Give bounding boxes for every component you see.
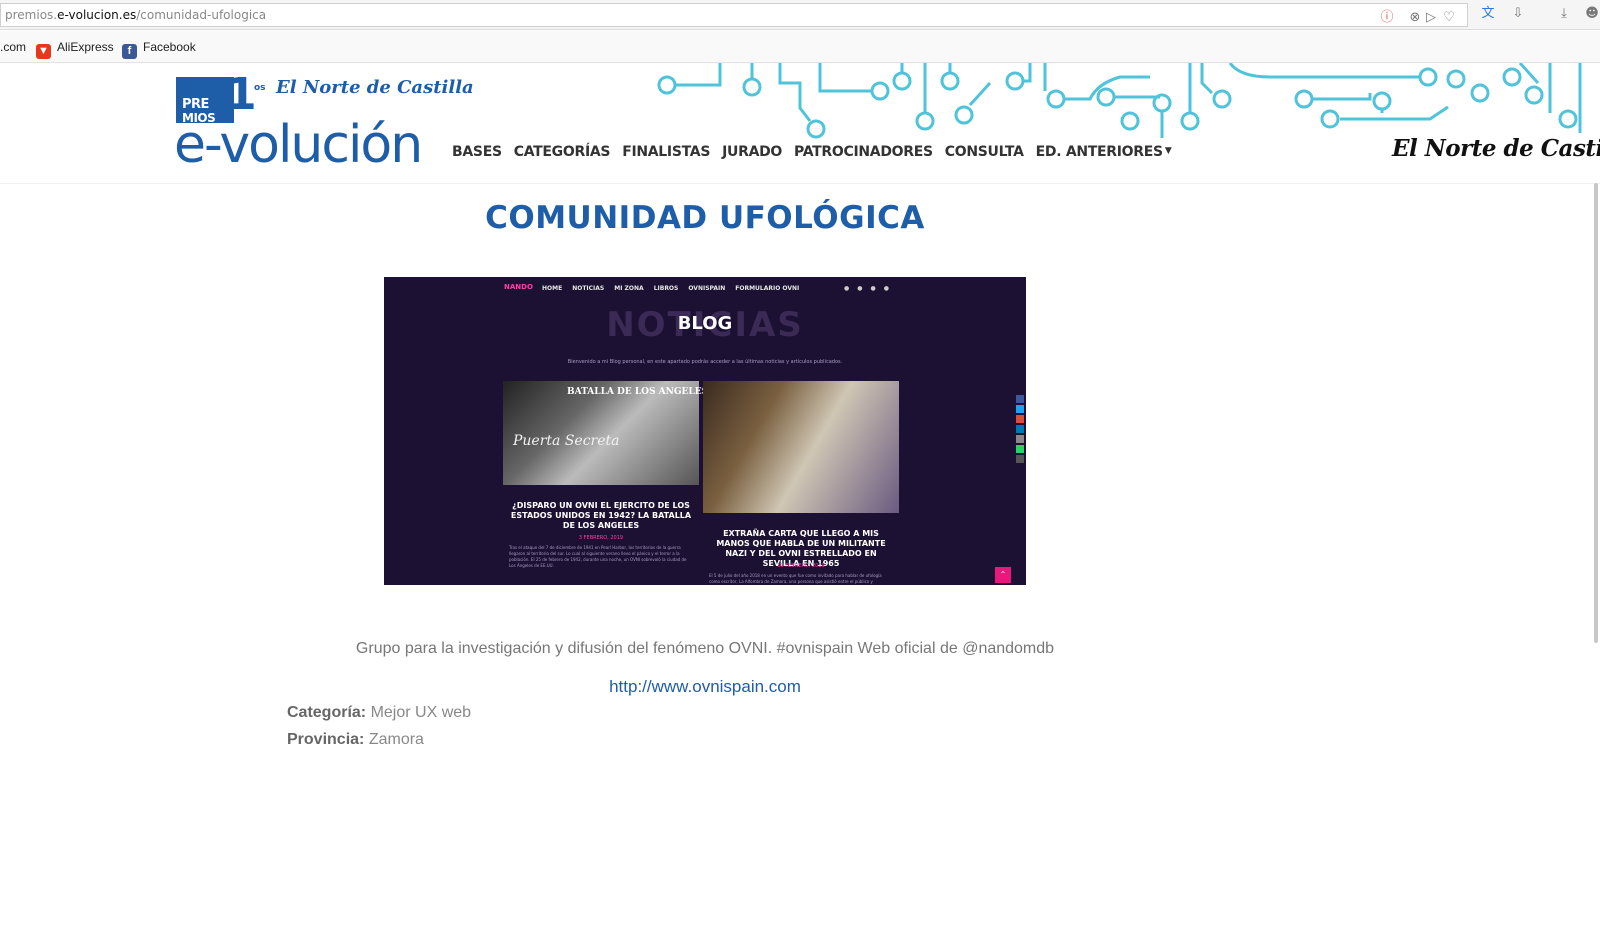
- shot-card-date: 10 FEBRERO, 2019: [777, 563, 825, 569]
- badge-number: 1: [226, 69, 257, 120]
- site-logo[interactable]: PRE MIOS 1 os El Norte de Castilla e-vol…: [174, 69, 474, 175]
- bookmark-facebook[interactable]: f Facebook: [122, 40, 196, 59]
- url-text[interactable]: premios.e-volucion.es/comunidad-ufologic…: [5, 8, 266, 22]
- shot-share-bar: [1016, 395, 1026, 465]
- download-arrow-icon[interactable]: ⇩: [1510, 6, 1526, 22]
- address-bar[interactable]: premios.e-volucion.es/comunidad-ufologic…: [0, 3, 1468, 27]
- profile-icon[interactable]: ☻: [1584, 6, 1600, 22]
- shot-nav-item: FORMULARIO OVNI: [735, 285, 800, 292]
- bookmark-label: AliExpress: [57, 40, 114, 54]
- shot-nav-item: MI ZONA: [614, 285, 644, 292]
- shot-card-image: [703, 381, 899, 513]
- nav-jurado[interactable]: JURADO: [722, 144, 782, 160]
- nav-bases[interactable]: BASES: [452, 144, 502, 160]
- bookmark-label: Facebook: [143, 40, 196, 54]
- shot-nav-item: HOME: [542, 285, 563, 292]
- url-domain: e-volucion.es: [57, 8, 137, 22]
- nav-ed-anteriores-label: ED. ANTERIORES: [1035, 144, 1163, 160]
- caret-down-icon: ▼: [1164, 146, 1172, 156]
- nav-ed-anteriores[interactable]: ED. ANTERIORES ▼: [1036, 144, 1172, 160]
- province-value: Zamora: [368, 731, 424, 748]
- badge-pre: PRE: [182, 97, 209, 112]
- shot-card-title: ¿DISPARO UN OVNI EL EJERCITO DE LOS ESTA…: [510, 501, 692, 530]
- logo-newspaper: El Norte de Castilla: [276, 77, 474, 98]
- main-nav: BASES CATEGORÍAS FINALISTAS JURADO PATROCINA…: [452, 141, 1183, 165]
- shot-card-image-caption2: Puerta Secreta: [513, 433, 620, 449]
- website-screenshot: NANDO HOME NOTICIAS MI ZONA LIBROS OVNISPAIN…: [384, 277, 1026, 585]
- entry-province: Provincia: Zamora: [287, 731, 424, 749]
- entry-description: Grupo para la investigación y difusión d…: [355, 640, 1055, 657]
- shot-nav-item: NOTICIAS: [572, 285, 605, 292]
- block-icon[interactable]: ⊗: [1407, 10, 1423, 26]
- shot-social-icons: ●●●●: [844, 285, 897, 292]
- aliexpress-icon: ▼: [36, 44, 51, 59]
- circuit-decoration: [657, 63, 1582, 139]
- shot-card: EXTRAÑA CARTA QUE LLEGO A MIS MANOS QUE …: [703, 381, 899, 584]
- send-icon[interactable]: ▷: [1423, 10, 1439, 26]
- shot-card-date: 3 FEBRERO, 2019: [578, 535, 624, 541]
- downloads-icon[interactable]: ⤓: [1556, 6, 1572, 22]
- shot-card-image: BATALLA DE LOS ANGELES 1942 Puerta Secre…: [503, 381, 736, 485]
- browser-toolbar: premios.e-volucion.es/comunidad-ufologic…: [0, 0, 1600, 30]
- bookmark-label: .com: [0, 40, 27, 54]
- back-to-top-icon: ⌃: [995, 567, 1011, 583]
- shot-intro: Bienvenido a mi Blog personal, en este a…: [567, 359, 843, 365]
- nav-finalistas[interactable]: FINALISTAS: [622, 144, 710, 160]
- url-path: /comunidad-ufologica: [136, 8, 267, 22]
- badge-edition: os: [254, 83, 266, 93]
- nav-categorias[interactable]: CATEGORÍAS: [514, 144, 611, 160]
- page-title: COMUNIDAD UFOLÓGICA: [485, 200, 925, 236]
- logo-wordmark: e-volución: [174, 115, 423, 175]
- shot-nav-item: LIBROS: [653, 285, 679, 292]
- category-label: Categoría:: [287, 704, 367, 721]
- province-label: Provincia:: [287, 731, 365, 748]
- shot-card: BATALLA DE LOS ANGELES 1942 Puerta Secre…: [503, 381, 736, 581]
- entry-website-link[interactable]: http://www.ovnispain.com: [0, 677, 1410, 697]
- shot-logo: NANDO: [504, 283, 533, 291]
- bookmarks-bar: .com ▼ AliExpress f Facebook: [0, 31, 1600, 63]
- sponsor-logo[interactable]: El Norte de Castilla: [1392, 135, 1600, 162]
- site-header: PRE MIOS 1 os El Norte de Castilla e-vol…: [0, 63, 1600, 184]
- heart-icon[interactable]: ♡: [1441, 10, 1457, 26]
- translate-icon[interactable]: 文: [1480, 6, 1496, 22]
- shot-nav-item: OVNISPAIN: [688, 285, 726, 292]
- nav-consulta[interactable]: CONSULTA: [945, 144, 1024, 160]
- page-scrollbar[interactable]: [1594, 183, 1598, 643]
- facebook-icon: f: [122, 44, 137, 59]
- shot-card-body: Tras el ataque del 7 de diciembre de 194…: [509, 545, 687, 568]
- category-value: Mejor UX web: [370, 704, 472, 721]
- shot-heading: BLOG: [677, 313, 733, 334]
- url-subdomain: premios.: [5, 8, 58, 22]
- bookmark-aliexpress[interactable]: ▼ AliExpress: [36, 40, 114, 59]
- info-icon[interactable]: ⓘ: [1379, 10, 1395, 26]
- shot-nav: HOME NOTICIAS MI ZONA LIBROS OVNISPAIN FORMUL…: [542, 285, 809, 292]
- entry-category: Categoría: Mejor UX web: [287, 704, 471, 722]
- nav-patrocinadores[interactable]: PATROCINADORES: [794, 144, 933, 160]
- bookmark-com[interactable]: .com: [0, 40, 26, 54]
- shot-card-body: El 5 de julio del año 2018 en un evento …: [709, 573, 882, 584]
